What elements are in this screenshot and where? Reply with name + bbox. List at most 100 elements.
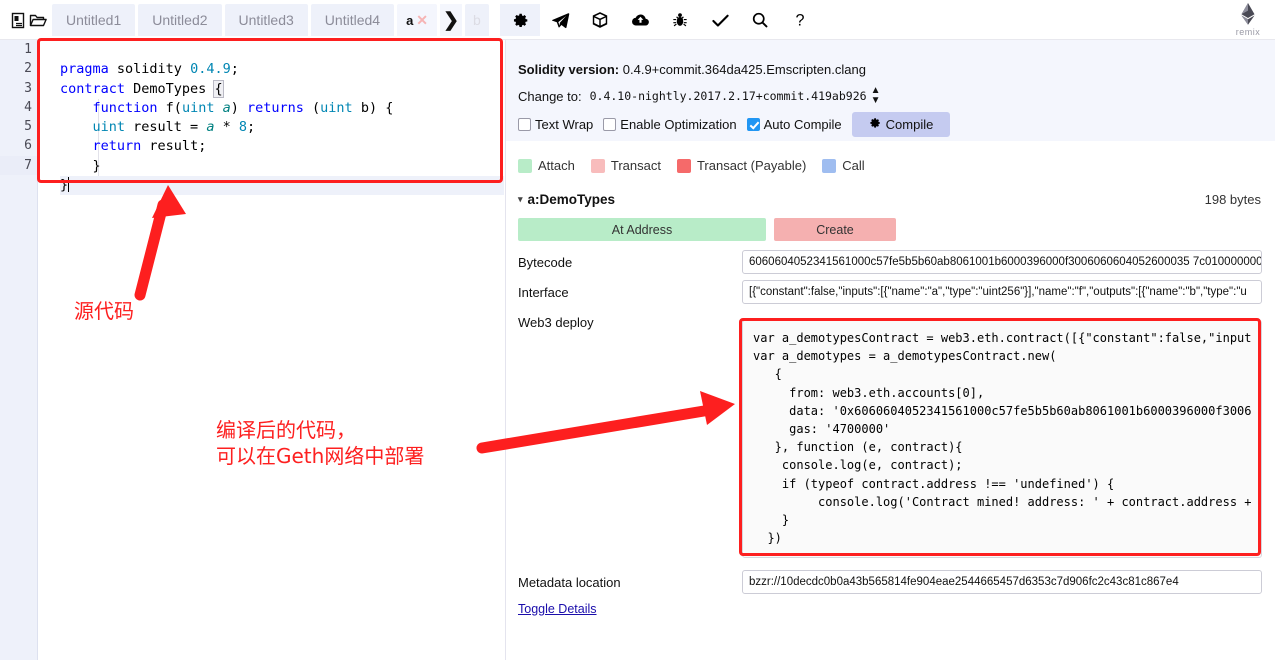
change-version-row: Change to: 0.4.10-nightly.2017.2.17+comm…: [518, 86, 880, 106]
text-wrap-option[interactable]: Text Wrap: [518, 117, 593, 132]
tab-label: a: [406, 12, 414, 28]
metadata-location-field[interactable]: bzzr://10decdc0b0a43b565814fe904eae25446…: [742, 570, 1262, 594]
line-number: 6: [24, 138, 32, 154]
legend-item-transact-payable: Transact (Payable): [676, 158, 807, 173]
code-line-5: return result;: [92, 138, 207, 155]
question-icon[interactable]: ?: [780, 4, 820, 36]
gutter-line-active: 7: [0, 155, 37, 176]
tab-untitled2[interactable]: Untitled2: [138, 4, 222, 36]
gutter-line: 5: [0, 117, 37, 136]
bytecode-field[interactable]: 6060604052341561000c57fe5b5b60ab8061001b…: [742, 250, 1262, 274]
cube-icon[interactable]: [580, 4, 620, 36]
line-number: 3: [24, 80, 32, 96]
legend-label: Transact: [610, 158, 661, 173]
tab-a[interactable]: a ✕: [397, 4, 438, 36]
code-line-1: pragma solidity 0.4.9;: [60, 61, 239, 78]
line-number: 1: [24, 42, 32, 57]
contract-header[interactable]: ▾ a:DemoTypes: [518, 192, 615, 207]
tab-label: Untitled2: [152, 12, 208, 28]
tab-label: b: [473, 12, 481, 28]
remix-logo: remix: [1227, 2, 1269, 37]
compile-button[interactable]: Compile: [851, 112, 951, 137]
gear-icon: [869, 117, 881, 132]
tab-untitled1[interactable]: Untitled1: [52, 4, 136, 36]
legend: Attach Transact Transact (Payable) Call: [518, 158, 875, 173]
legend-item-attach: Attach: [518, 158, 575, 173]
legend-label: Call: [842, 158, 865, 173]
file-tab-strip: Untitled1 Untitled2 Untitled3 Untitled4 …: [52, 4, 521, 36]
text-wrap-checkbox[interactable]: [518, 118, 531, 131]
gutter-line: 2 ▾: [0, 59, 45, 78]
annotation-label-compiled-line1: 编译后的代码，: [216, 418, 356, 442]
enable-optimization-option[interactable]: Enable Optimization: [603, 117, 737, 132]
legend-swatch-transact-payable: [676, 158, 691, 173]
at-address-button[interactable]: At Address: [518, 218, 766, 241]
legend-swatch-call: [822, 158, 837, 173]
select-arrows-icon[interactable]: ▲ ▼: [871, 86, 881, 106]
svg-text:?: ?: [795, 11, 804, 29]
solidity-version-label: Solidity version:: [518, 62, 620, 77]
version-select[interactable]: 0.4.10-nightly.2017.2.17+commit.419ab926: [590, 89, 867, 103]
legend-label: Attach: [538, 158, 575, 173]
compile-button-label: Compile: [885, 117, 934, 132]
gutter-line: 3 ▾: [0, 79, 45, 98]
code-line-2: contract DemoTypes {: [60, 79, 224, 98]
change-to-label: Change to:: [518, 88, 582, 104]
annotation-label-compiled-line2: 可以在Geth网络中部署: [216, 444, 425, 468]
paper-plane-icon[interactable]: [540, 4, 580, 36]
tab-untitled3[interactable]: Untitled3: [224, 4, 308, 36]
legend-item-transact: Transact: [590, 158, 661, 173]
metadata-location-label: Metadata location: [518, 575, 621, 590]
remix-logo-text: remix: [1235, 27, 1261, 37]
legend-swatch-attach: [518, 158, 532, 173]
web3-deploy-label: Web3 deploy: [518, 315, 594, 330]
open-folder-icon[interactable]: [26, 8, 50, 32]
line-number: 7: [24, 157, 32, 173]
chevron-down-icon[interactable]: ▾: [518, 194, 523, 205]
top-toolbar: Untitled1 Untitled2 Untitled3 Untitled4 …: [0, 0, 1275, 40]
code-line-6: }: [60, 157, 101, 174]
right-panel: Solidity version: 0.4.9+commit.364da425.…: [505, 40, 1275, 660]
code-text[interactable]: pragma solidity 0.4.9; contract DemoTypes…: [38, 40, 504, 234]
chevron-right-icon[interactable]: ❯: [440, 4, 463, 36]
editor-gutter: 1 2 ▾ 3 ▾ 4 5 6 7: [0, 40, 45, 660]
code-line-7: }: [60, 176, 504, 196]
tab-label: Untitled3: [238, 12, 294, 28]
legend-item-call: Call: [822, 158, 865, 173]
compiler-options-row: Text Wrap Enable Optimization Auto Compi…: [518, 112, 951, 137]
interface-field[interactable]: [{"constant":false,"inputs":[{"name":"a"…: [742, 280, 1262, 304]
web3-deploy-code: var a_demotypesContract = web3.eth.contr…: [753, 331, 1252, 546]
legend-label: Transact (Payable): [696, 158, 807, 173]
gear-icon[interactable]: [500, 4, 540, 36]
auto-compile-checkbox[interactable]: [746, 118, 760, 131]
annotation-label-source-code: 源代码: [74, 299, 134, 323]
interface-label: Interface: [518, 285, 569, 300]
auto-compile-label: Auto Compile: [763, 117, 842, 132]
search-icon[interactable]: [740, 4, 780, 36]
cloud-upload-icon[interactable]: [620, 4, 660, 36]
check-icon[interactable]: [700, 4, 740, 36]
ethereum-diamond-icon: [1241, 3, 1255, 25]
close-icon[interactable]: ✕: [416, 12, 428, 29]
auto-compile-option[interactable]: Auto Compile: [746, 117, 842, 132]
enable-optimization-checkbox[interactable]: [603, 118, 617, 131]
solidity-version-row: Solidity version: 0.4.9+commit.364da425.…: [518, 62, 866, 77]
code-editor[interactable]: pragma solidity 0.4.9; contract DemoTypes…: [38, 40, 504, 660]
gutter-line: 6: [0, 136, 37, 155]
enable-optimization-label: Enable Optimization: [620, 117, 737, 132]
tab-untitled4[interactable]: Untitled4: [310, 4, 395, 36]
web3-deploy-field[interactable]: var a_demotypesContract = web3.eth.contr…: [742, 320, 1262, 558]
toggle-details-link[interactable]: Toggle Details: [518, 602, 597, 616]
compiler-settings-panel: Solidity version: 0.4.9+commit.364da425.…: [506, 40, 1275, 141]
solidity-version-value: 0.4.9+commit.364da425.Emscripten.clang: [622, 62, 866, 77]
tab-label: Untitled1: [66, 12, 122, 28]
gutter-line: 4: [0, 98, 37, 117]
code-line-4: uint result = a * 8;: [92, 119, 256, 136]
create-button[interactable]: Create: [774, 218, 896, 241]
bytecode-label: Bytecode: [518, 255, 573, 270]
tab-b[interactable]: b: [465, 4, 489, 36]
remix-ide-window: Untitled1 Untitled2 Untitled3 Untitled4 …: [0, 0, 1275, 660]
bug-icon[interactable]: [660, 4, 700, 36]
line-number: 2: [24, 61, 32, 77]
code-line-3: function f(uint a) returns (uint b) {: [92, 99, 394, 116]
